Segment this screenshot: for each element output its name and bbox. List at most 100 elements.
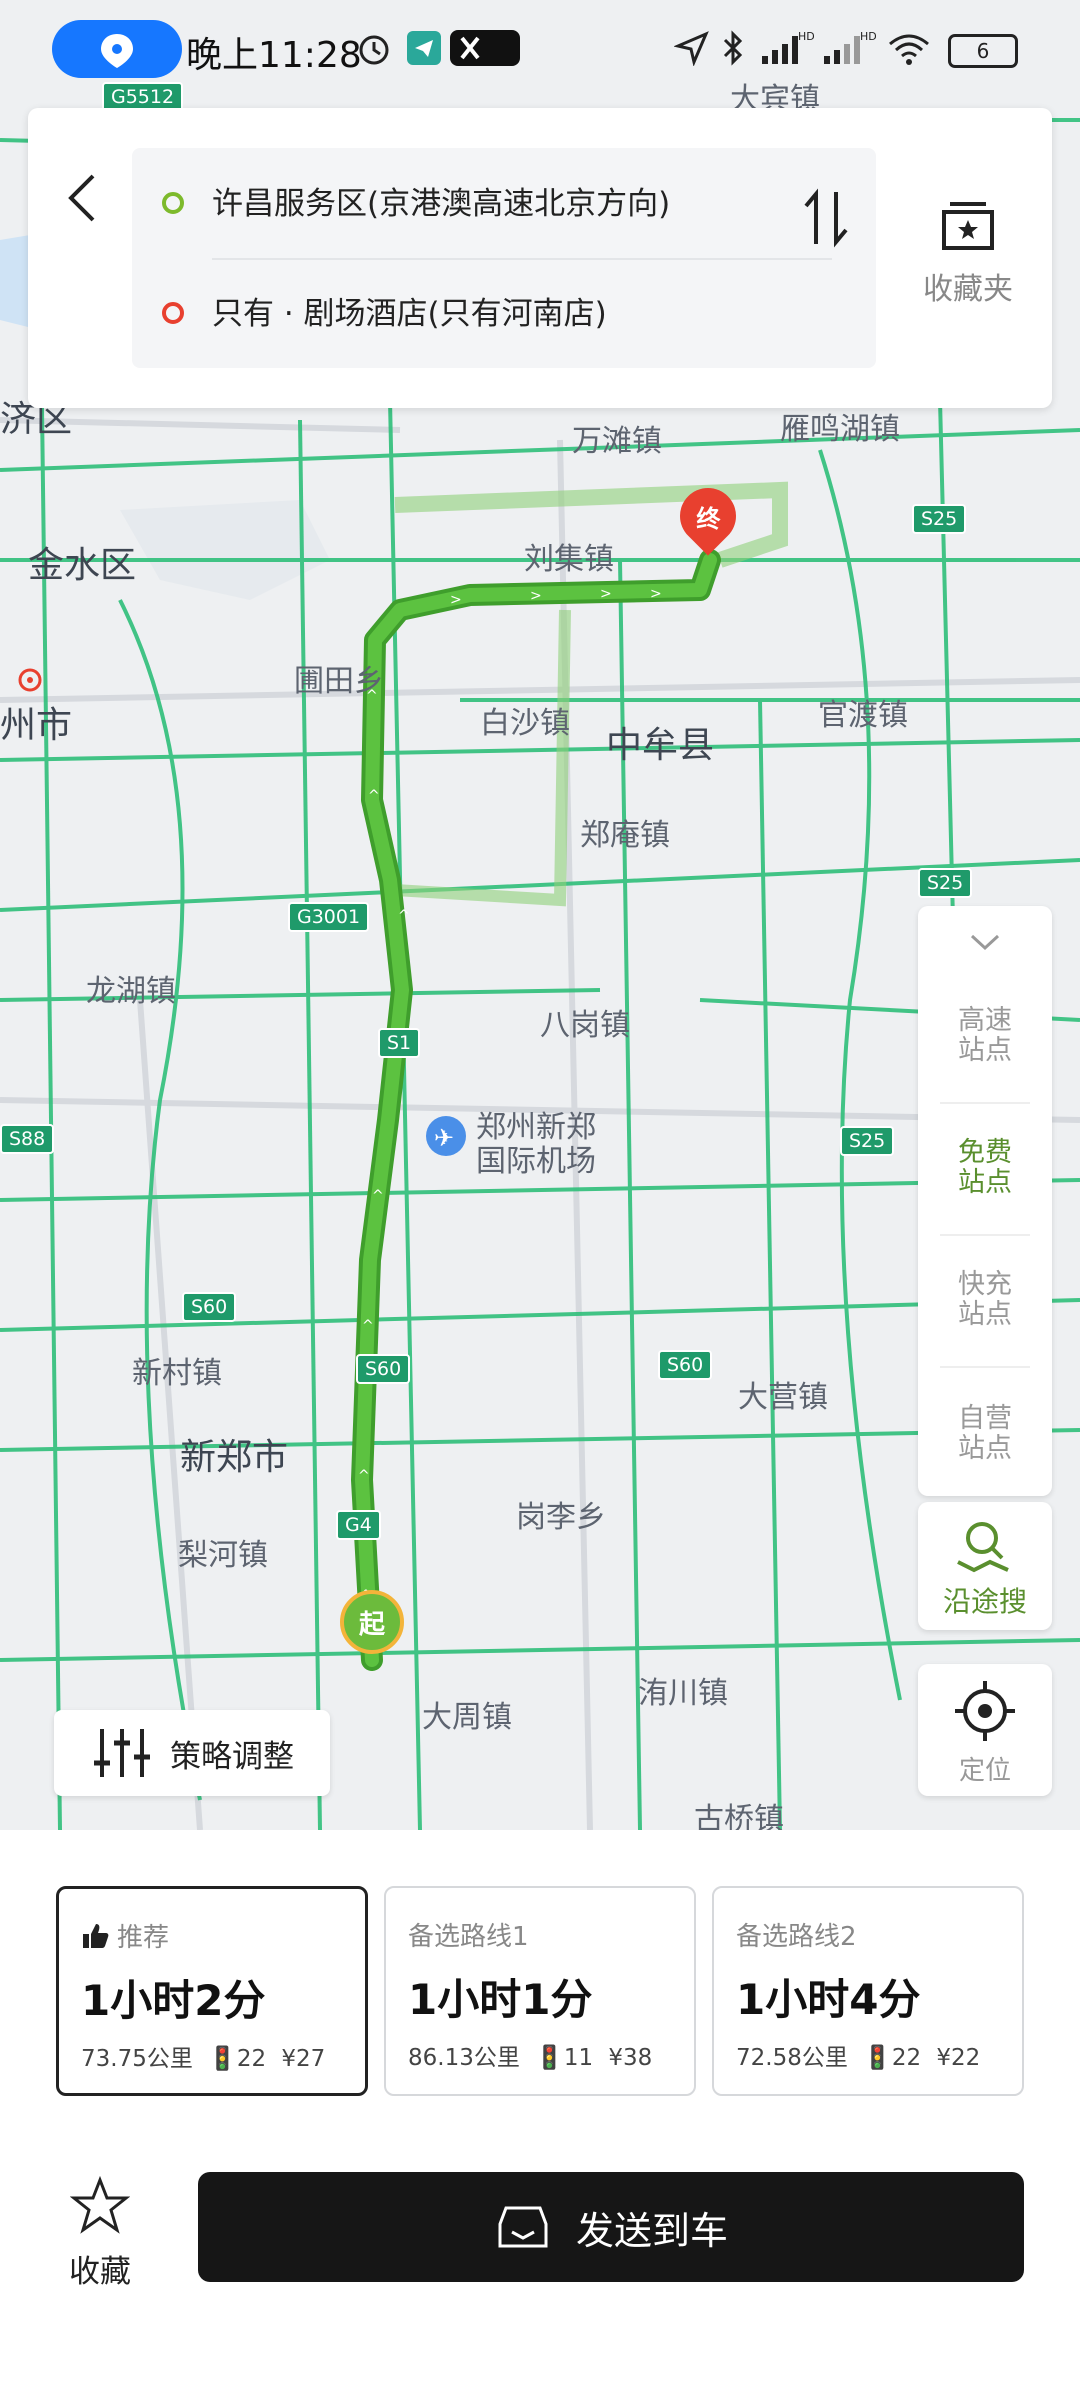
road-shield-g4: G4 xyxy=(336,1510,381,1540)
map-label-bagang: 八岗镇 xyxy=(540,1008,630,1043)
road-shield-s60: S60 xyxy=(182,1292,237,1322)
route-option-alt1[interactable]: 备选路线1 1小时1分 86.13公里 🚦11 ¥38 xyxy=(384,1886,696,2096)
svg-text:^: ^ xyxy=(358,1468,370,1484)
side-item-free-station[interactable]: 免费 站点 xyxy=(940,1138,1030,1198)
map-label-guandu: 官渡镇 xyxy=(818,698,908,733)
svg-text:>: > xyxy=(600,586,612,602)
route-toll: ¥38 xyxy=(608,2045,653,2071)
side-item-line1: 高速 xyxy=(958,1005,1012,1036)
map-label-dayingzhen: 大营镇 xyxy=(738,1380,828,1415)
road-shield-s25: S25 xyxy=(912,504,967,534)
favorite-label: 收藏 xyxy=(69,2254,131,2290)
wifi-icon xyxy=(884,24,934,72)
send-to-car-label: 发送到车 xyxy=(575,2208,728,2253)
swap-button[interactable] xyxy=(786,168,866,268)
map-label-ganglixiang: 岗李乡 xyxy=(516,1500,606,1535)
route-toll: ¥27 xyxy=(281,2046,326,2072)
sliders-icon xyxy=(94,1729,150,1777)
route-option-alt2[interactable]: 备选路线2 1小时4分 72.58公里 🚦22 ¥22 xyxy=(712,1886,1024,2096)
destination-dot-icon xyxy=(162,302,184,324)
signal-hd2-icon: HD xyxy=(818,24,878,72)
side-item-line1: 自营 xyxy=(958,1403,1012,1434)
map-label-zhongmou: 中牟县 xyxy=(606,725,715,766)
location-pill-icon[interactable] xyxy=(52,20,182,78)
swap-arrows-icon xyxy=(804,188,848,248)
route-toll: ¥22 xyxy=(936,2045,981,2071)
alarm-icon xyxy=(352,24,396,72)
status-time: 晚上11:28 xyxy=(186,35,362,76)
battery-icon: 6 xyxy=(948,34,1018,68)
svg-text:^: ^ xyxy=(362,1318,374,1334)
map-label-longhu: 龙湖镇 xyxy=(86,974,176,1009)
start-marker: 起 xyxy=(340,1590,404,1654)
map-label-xincun: 新村镇 xyxy=(132,1356,222,1391)
route-option-label: 备选路线2 xyxy=(736,1922,857,1952)
send-to-car-button[interactable]: 发送到车 xyxy=(198,2172,1024,2282)
locate-button[interactable]: 定位 xyxy=(918,1664,1052,1796)
road-shield-s1: S1 xyxy=(378,1028,421,1058)
route-traffic-lights: 11 xyxy=(563,2045,594,2071)
folder-star-icon xyxy=(942,202,994,250)
car-send-icon xyxy=(498,2206,548,2248)
x-app-icon xyxy=(450,24,520,72)
side-item-fast-charge-station[interactable]: 快充 站点 xyxy=(940,1270,1030,1330)
map-label-putian: 圃田乡 xyxy=(294,664,384,699)
status-bar: 晚上11:28 HD HD 6 xyxy=(0,0,1080,100)
map-label-liuji: 刘集镇 xyxy=(524,542,614,577)
route-option-meta: 73.75公里 🚦22 ¥27 xyxy=(81,2039,325,2073)
route-traffic-lights: 22 xyxy=(236,2046,267,2072)
traffic-light-icon: 🚦 xyxy=(535,2045,564,2071)
thumbs-up-icon xyxy=(83,1923,109,1948)
svg-text:>: > xyxy=(530,588,542,604)
side-divider xyxy=(940,1366,1030,1368)
route-option-label: 备选路线1 xyxy=(408,1922,529,1952)
svg-text:^: ^ xyxy=(372,1188,384,1204)
map-label-zhengzhou: 州市 xyxy=(0,705,73,746)
star-icon xyxy=(69,2175,131,2234)
side-item-self-operated-station[interactable]: 自营 站点 xyxy=(940,1404,1030,1464)
road-shield-g3001: G3001 xyxy=(288,902,370,932)
map-label-xinzheng: 新郑市 xyxy=(180,1437,289,1478)
traffic-light-icon: 🚦 xyxy=(863,2045,892,2071)
strategy-adjust-button[interactable]: 策略调整 xyxy=(54,1710,330,1796)
route-fields: 许昌服务区(京港澳高速北京方向) 只有 · 剧场酒店(只有河南店) xyxy=(132,148,876,368)
destination-field[interactable]: 只有 · 剧场酒店(只有河南店) xyxy=(132,258,876,368)
back-button[interactable] xyxy=(48,158,118,238)
map-label-airport-line2: 国际机场 xyxy=(476,1144,596,1179)
side-item-line1: 快充 xyxy=(958,1269,1012,1300)
road-shield-s25: S25 xyxy=(918,868,973,898)
route-options-sheet: 推荐 1小时2分 73.75公里 🚦22 ¥27 备选路线1 1小时1分 86.… xyxy=(0,1830,1080,2400)
side-item-line2: 站点 xyxy=(958,1299,1012,1330)
collapse-button[interactable] xyxy=(958,922,1012,962)
map-label-zhengan: 郑庵镇 xyxy=(580,818,670,853)
side-item-line1: 免费 xyxy=(958,1137,1012,1168)
navigation-arrow-icon xyxy=(672,24,712,72)
route-option-label-wrap: 推荐 xyxy=(81,1917,169,1954)
svg-text:>: > xyxy=(450,592,462,608)
svg-text:HD: HD xyxy=(798,30,814,43)
strategy-adjust-label: 策略调整 xyxy=(170,1738,294,1775)
destination-text: 只有 · 剧场酒店(只有河南店) xyxy=(212,296,607,332)
route-traffic-lights: 22 xyxy=(891,2045,922,2071)
side-filter-panel: 高速 站点 免费 站点 快充 站点 自营 站点 xyxy=(918,906,1052,1496)
side-item-line2: 站点 xyxy=(958,1035,1012,1066)
locate-label: 定位 xyxy=(958,1756,1011,1786)
favorite-button[interactable]: 收藏 xyxy=(60,2175,140,2290)
bluetooth-icon xyxy=(718,24,748,72)
route-option-duration: 1小时1分 xyxy=(408,1975,593,2024)
route-option-recommended[interactable]: 推荐 1小时2分 73.75公里 🚦22 ¥27 xyxy=(56,1886,368,2096)
traffic-light-icon: 🚦 xyxy=(208,2046,237,2072)
signal-hd-icon: HD xyxy=(756,24,816,72)
route-option-meta: 72.58公里 🚦22 ¥22 xyxy=(736,2038,980,2072)
map-label-weichuan: 洧川镇 xyxy=(638,1676,728,1711)
origin-field[interactable]: 许昌服务区(京港澳高速北京方向) xyxy=(132,148,876,258)
side-item-highway-station[interactable]: 高速 站点 xyxy=(940,1006,1030,1066)
crosshair-icon xyxy=(955,1681,1015,1741)
road-shield-s60: S60 xyxy=(356,1354,411,1384)
chevron-down-icon xyxy=(970,934,1000,951)
route-distance: 72.58公里 xyxy=(736,2045,848,2071)
end-marker-label: 终 xyxy=(696,504,720,533)
origin-dot-icon xyxy=(162,192,184,214)
favorites-folder-button[interactable]: 收藏夹 xyxy=(908,198,1028,338)
along-route-search-button[interactable]: 沿途搜 xyxy=(918,1502,1052,1630)
